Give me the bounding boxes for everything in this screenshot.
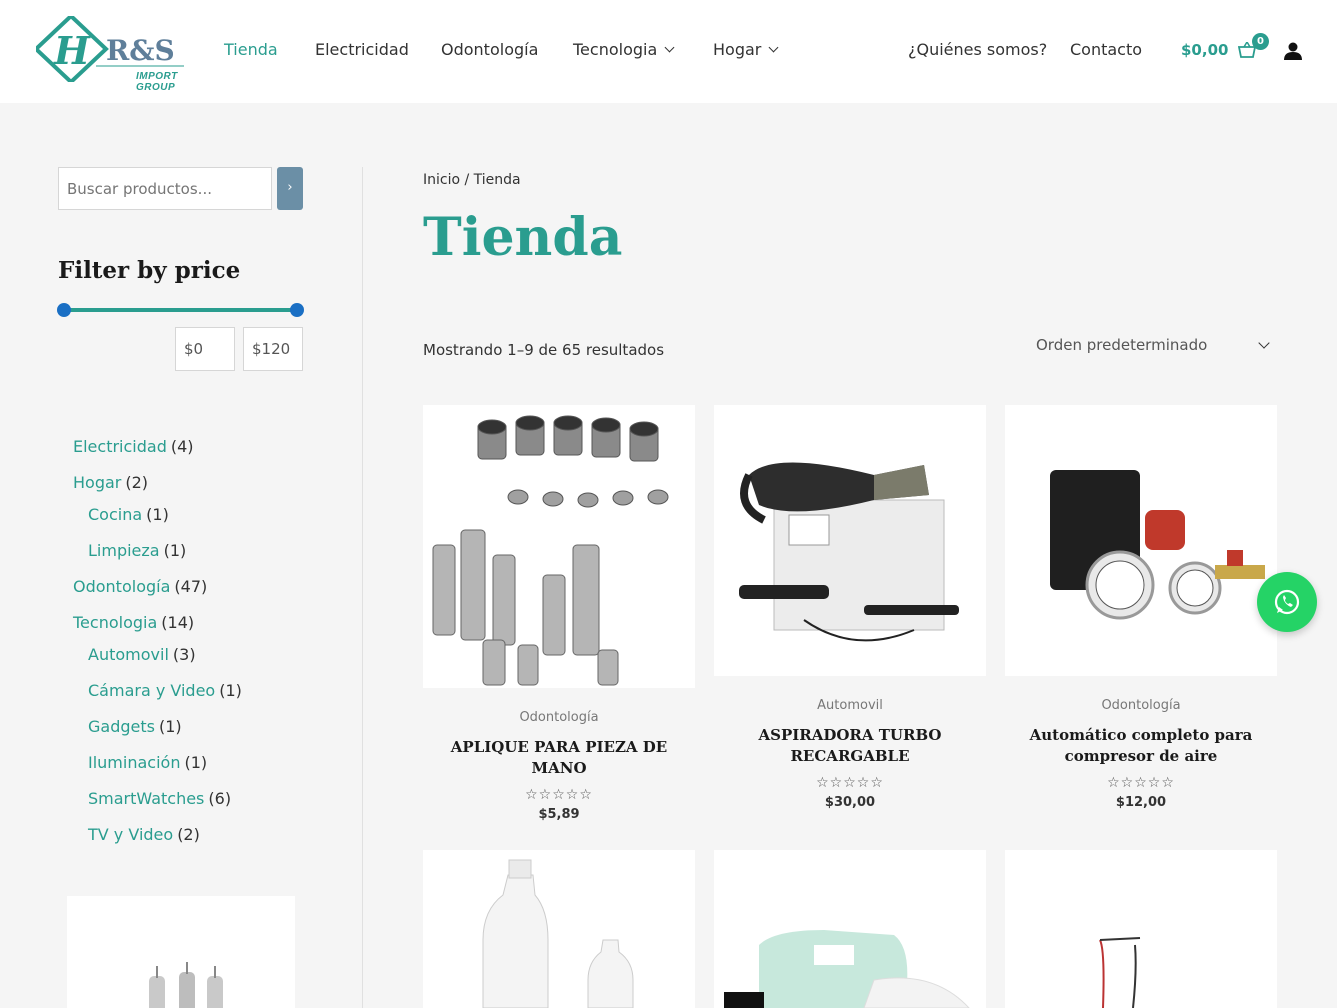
breadcrumb: Inicio / Tienda bbox=[423, 172, 521, 188]
product-category[interactable]: Odontología bbox=[1005, 698, 1277, 713]
orderby-selected-value: Orden predeterminado bbox=[1036, 336, 1208, 354]
product-title[interactable]: APLIQUE PARA PIEZA DE MANO bbox=[423, 737, 695, 779]
category-odontologia[interactable]: Odontología (47) bbox=[73, 577, 207, 596]
category-gadgets[interactable]: Gadgets (1) bbox=[88, 717, 182, 736]
category-smartwatches[interactable]: SmartWatches (6) bbox=[88, 789, 231, 808]
product-image[interactable] bbox=[714, 405, 986, 676]
product-image[interactable] bbox=[423, 405, 695, 688]
svg-text:H: H bbox=[53, 28, 91, 73]
chevron-down-icon bbox=[768, 42, 779, 53]
nav-item-electricidad[interactable]: Electricidad bbox=[315, 40, 409, 59]
nav-item-tecnologia[interactable]: Tecnologia bbox=[573, 40, 675, 59]
breadcrumb-home-link[interactable]: Inicio bbox=[423, 172, 460, 188]
breadcrumb-separator: / bbox=[460, 172, 474, 188]
nav-item-contacto[interactable]: Contacto bbox=[1070, 40, 1142, 59]
site-logo[interactable]: H R&S IMPORT GROUP bbox=[33, 13, 186, 93]
category-cocina[interactable]: Cocina (1) bbox=[88, 505, 169, 524]
nav-item-hogar[interactable]: Hogar bbox=[713, 40, 779, 59]
price-slider-max-handle[interactable] bbox=[290, 303, 304, 317]
product-rating-stars: ☆☆☆☆☆ bbox=[1107, 775, 1175, 791]
category-electricidad[interactable]: Electricidad (4) bbox=[73, 437, 194, 456]
sidebar-divider bbox=[362, 167, 363, 1008]
svg-text:R&S: R&S bbox=[106, 34, 175, 67]
product-rating-stars: ☆☆☆☆☆ bbox=[816, 775, 884, 791]
breadcrumb-current: Tienda bbox=[473, 172, 521, 188]
result-count: Mostrando 1–9 de 65 resultados bbox=[423, 341, 665, 359]
price-slider-min-handle[interactable] bbox=[57, 303, 71, 317]
chevron-down-icon bbox=[664, 42, 675, 53]
product-price: $5,89 bbox=[538, 807, 580, 822]
product-image[interactable] bbox=[423, 850, 695, 1008]
search-submit-button[interactable]: › bbox=[277, 167, 303, 210]
price-slider-track[interactable] bbox=[64, 308, 297, 312]
category-tv-video[interactable]: TV y Video (2) bbox=[88, 825, 200, 844]
product-card[interactable]: Odontología APLIQUE PARA PIEZA DE MANO ☆… bbox=[423, 405, 695, 822]
price-min-field[interactable]: $0 bbox=[175, 327, 235, 371]
filter-by-price-heading: Filter by price bbox=[58, 257, 241, 284]
product-image[interactable] bbox=[1005, 405, 1277, 676]
product-card[interactable] bbox=[423, 850, 695, 1008]
product-category[interactable]: Odontología bbox=[423, 710, 695, 725]
category-camara-video[interactable]: Cámara y Video (1) bbox=[88, 681, 242, 700]
product-card[interactable] bbox=[714, 850, 986, 1008]
product-image[interactable] bbox=[714, 850, 986, 1008]
logo-text: IMPORT GROUP bbox=[136, 71, 178, 93]
price-max-field[interactable]: $120 bbox=[243, 327, 303, 371]
category-hogar[interactable]: Hogar (2) bbox=[73, 473, 148, 492]
product-title[interactable]: ASPIRADORA TURBO RECARGABLE bbox=[714, 725, 986, 767]
page-title: Tienda bbox=[423, 207, 623, 268]
category-tecnologia[interactable]: Tecnologia (14) bbox=[73, 613, 194, 632]
product-rating-stars: ☆☆☆☆☆ bbox=[525, 787, 593, 803]
product-card[interactable]: Automovil ASPIRADORA TURBO RECARGABLE ☆☆… bbox=[714, 405, 986, 810]
product-price: $12,00 bbox=[1115, 795, 1167, 810]
category-automovil[interactable]: Automovil (3) bbox=[88, 645, 196, 664]
whatsapp-icon bbox=[1274, 589, 1300, 615]
product-price: $30,00 bbox=[824, 795, 876, 810]
orderby-select[interactable]: Orden predeterminado bbox=[1036, 336, 1276, 354]
sidebar-product-promo[interactable] bbox=[67, 896, 295, 1008]
cart-total[interactable]: $0,00 bbox=[1181, 41, 1228, 59]
product-search-input[interactable] bbox=[58, 167, 272, 210]
product-card[interactable] bbox=[1005, 850, 1277, 1008]
category-limpieza[interactable]: Limpieza (1) bbox=[88, 541, 186, 560]
nav-item-tienda[interactable]: Tienda bbox=[224, 40, 278, 59]
product-category[interactable]: Automovil bbox=[714, 698, 986, 713]
cart-count-badge: 0 bbox=[1252, 33, 1269, 50]
product-image[interactable] bbox=[1005, 850, 1277, 1008]
nav-item-odontologia[interactable]: Odontología bbox=[441, 40, 538, 59]
nav-item-quienes-somos[interactable]: ¿Quiénes somos? bbox=[908, 40, 1047, 59]
category-iluminacion[interactable]: Iluminación (1) bbox=[88, 753, 207, 772]
whatsapp-chat-button[interactable] bbox=[1257, 572, 1317, 632]
chevron-down-icon bbox=[1258, 337, 1270, 349]
product-title[interactable]: Automático completo para compresor de ai… bbox=[1005, 725, 1277, 767]
site-header: H R&S IMPORT GROUP Tienda Electricidad O… bbox=[0, 0, 1337, 103]
product-card[interactable]: Odontología Automático completo para com… bbox=[1005, 405, 1277, 810]
user-account-icon[interactable] bbox=[1284, 42, 1302, 60]
